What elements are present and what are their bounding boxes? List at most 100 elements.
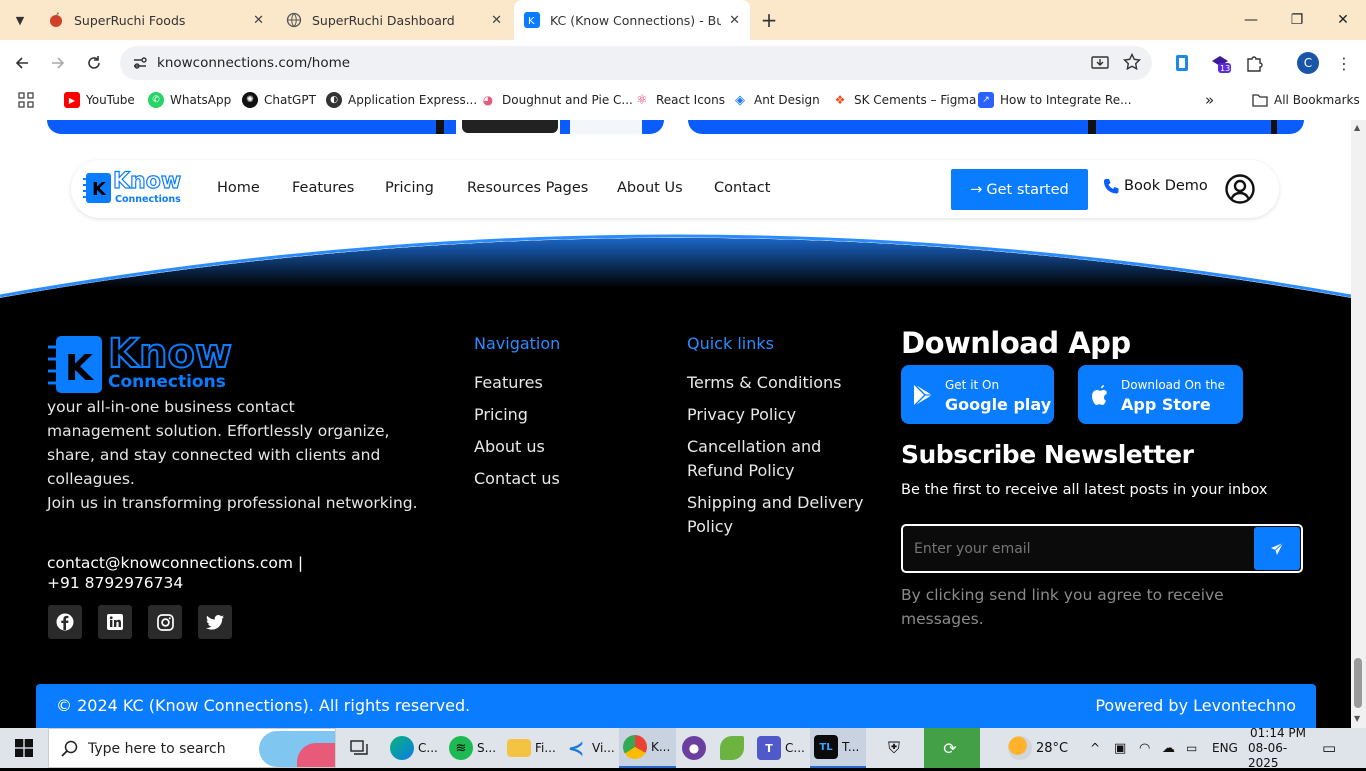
bookmark-ant-design[interactable]: ◈ Ant Design <box>732 91 820 109</box>
footer-link-cancellation[interactable]: Cancellation and Refund Policy <box>687 435 821 483</box>
page-scrollbar[interactable]: ▲ ▼ <box>1351 120 1366 728</box>
onedrive-icon[interactable]: ☁ <box>1162 728 1175 768</box>
contact-phone[interactable]: +91 8792976734 <box>47 573 303 593</box>
react-icons-icon: ⚛ <box>636 92 648 108</box>
bookmark-how-to-integrate[interactable]: ↗ How to Integrate Re... <box>978 91 1132 109</box>
tab-superruchi-foods[interactable]: SuperRuchi Foods ✕ <box>38 0 274 40</box>
footer-link-terms[interactable]: Terms & Conditions <box>687 371 841 395</box>
ant-design-icon: ◈ <box>735 92 745 108</box>
taskbar-spotify[interactable]: ≋ S... <box>449 728 496 768</box>
notifications-icon[interactable]: ▭ <box>1322 728 1336 768</box>
bookmark-application-express[interactable]: ◐ Application Express... <box>326 91 477 109</box>
taskbar-chrome[interactable]: K... <box>619 728 676 768</box>
footer-link-pricing[interactable]: Pricing <box>474 403 528 427</box>
footer-link-shipping[interactable]: Shipping and Delivery Policy <box>687 491 863 539</box>
twitter-button[interactable] <box>198 605 232 639</box>
app-store-button[interactable]: Download On the App Store <box>1078 365 1243 424</box>
taskbar-vscode[interactable]: ≺ Vi... <box>564 728 615 768</box>
bookmark-doughnut-pie[interactable]: ◕ Doughnut and Pie C... <box>480 91 633 109</box>
battery-icon[interactable]: ▭ <box>1186 728 1197 768</box>
taskbar-sync-app[interactable]: ⟳ <box>924 728 980 768</box>
svg-text:K: K <box>65 348 94 389</box>
extensions-puzzle-icon[interactable] <box>1241 50 1267 76</box>
scroll-down-arrow-icon[interactable]: ▼ <box>1354 714 1360 723</box>
clock[interactable]: 01:14 PM 08-06-2025 <box>1248 726 1308 770</box>
close-tab-icon[interactable]: ✕ <box>729 13 740 28</box>
newsletter-form <box>901 524 1303 573</box>
site-settings-icon[interactable] <box>132 55 148 75</box>
meet-now-icon[interactable]: ▣ <box>1114 728 1126 768</box>
google-play-button[interactable]: Get it On Google play <box>901 365 1054 424</box>
address-bar[interactable]: knowconnections.com/home <box>120 46 1152 80</box>
taskbar-github[interactable]: ● <box>682 728 710 768</box>
more-bookmarks-button[interactable]: » <box>1205 91 1214 109</box>
tab-know-connections[interactable]: K KC (Know Connections) - Business ✕ <box>514 0 750 40</box>
newsletter-subtitle: Be the first to receive all latest posts… <box>901 482 1268 498</box>
bookmark-react-icons[interactable]: ⚛ React Icons <box>634 91 725 109</box>
powered-by-link[interactable]: Powered by Levontechno <box>1095 696 1296 715</box>
get-started-button[interactable]: → Get started <box>951 169 1088 210</box>
send-button[interactable] <box>1254 527 1300 570</box>
taskbar-tl-app[interactable]: TL T... <box>810 728 866 768</box>
close-window-button[interactable]: ✕ <box>1320 0 1366 40</box>
nav-pricing[interactable]: Pricing <box>385 180 434 196</box>
tab-search-button[interactable]: ▼ <box>8 8 32 32</box>
task-view-icon[interactable] <box>348 728 372 768</box>
linkedin-button[interactable] <box>98 605 132 639</box>
start-button[interactable] <box>0 728 48 768</box>
footer-link-about-us[interactable]: About us <box>474 435 545 459</box>
taskbar-spring[interactable] <box>720 728 748 768</box>
taskbar-edge[interactable]: C... <box>390 728 438 768</box>
bookmark-figma[interactable]: ❖ SK Cements – Figma <box>832 91 977 109</box>
instagram-button[interactable] <box>148 605 182 639</box>
contact-email[interactable]: contact@knowconnections.com | <box>47 553 303 573</box>
navbar-logo[interactable]: K Know Connections <box>83 168 187 206</box>
scrollbar-thumb[interactable] <box>1354 658 1362 708</box>
all-bookmarks-button[interactable]: All Bookmarks <box>1252 91 1360 109</box>
scroll-up-arrow-icon[interactable]: ▲ <box>1354 123 1360 132</box>
nav-home[interactable]: Home <box>217 180 260 196</box>
language-indicator[interactable]: ENG <box>1212 728 1238 768</box>
nav-contact[interactable]: Contact <box>714 180 770 196</box>
email-input[interactable] <box>914 538 1244 560</box>
footer-about-text: your all-in-one business contact managem… <box>47 398 418 512</box>
taskbar-teams[interactable]: T C... <box>757 728 805 768</box>
extension-doc-icon[interactable] <box>1169 50 1195 76</box>
bookmark-youtube[interactable]: ▶ YouTube <box>64 91 135 109</box>
close-tab-icon[interactable]: ✕ <box>253 13 264 28</box>
install-app-icon[interactable] <box>1091 54 1109 76</box>
tab-superruchi-dashboard[interactable]: SuperRuchi Dashboard ✕ <box>276 0 512 40</box>
nav-features[interactable]: Features <box>292 180 354 196</box>
wifi-icon[interactable]: ◠ <box>1139 728 1150 768</box>
taskbar-security[interactable]: ⛨ <box>882 728 910 768</box>
weather-widget[interactable]: 28°C <box>1008 728 1068 768</box>
nav-resources-pages[interactable]: Resources Pages <box>467 180 588 196</box>
facebook-button[interactable] <box>48 605 82 639</box>
book-demo-button[interactable]: Book Demo <box>1103 178 1208 194</box>
vscode-icon: ≺ <box>567 736 585 760</box>
restore-button[interactable]: ❐ <box>1274 0 1320 40</box>
forward-icon[interactable] <box>45 50 71 76</box>
bookmark-chatgpt[interactable]: ✺ ChatGPT <box>242 91 316 109</box>
extension-badge-icon[interactable]: 13 <box>1207 50 1233 76</box>
bookmark-whatsapp[interactable]: ✆ WhatsApp <box>148 91 231 109</box>
footer-link-privacy[interactable]: Privacy Policy <box>687 403 796 427</box>
taskbar-search-box[interactable]: Type here to search <box>48 728 336 768</box>
footer-link-contact-us[interactable]: Contact us <box>474 467 560 491</box>
apps-grid-icon[interactable] <box>18 91 34 109</box>
footer-link-features[interactable]: Features <box>474 371 543 395</box>
minimize-button[interactable]: — <box>1228 0 1274 40</box>
show-hidden-icons[interactable]: ^ <box>1090 728 1100 768</box>
url-text[interactable]: knowconnections.com/home <box>157 55 350 71</box>
copyright-text: © 2024 KC (Know Connections). All rights… <box>56 696 471 715</box>
menu-kebab-icon[interactable]: ⋮ <box>1331 50 1357 76</box>
new-tab-button[interactable]: + <box>758 8 780 32</box>
taskbar-file-explorer[interactable]: Fi... <box>507 728 556 768</box>
bookmark-star-icon[interactable] <box>1122 52 1142 75</box>
close-tab-icon[interactable]: ✕ <box>491 13 502 28</box>
user-account-icon[interactable] <box>1225 174 1255 204</box>
profile-avatar[interactable]: C <box>1295 50 1321 76</box>
reload-icon[interactable] <box>81 50 107 76</box>
nav-about-us[interactable]: About Us <box>617 180 683 196</box>
back-icon[interactable] <box>9 50 35 76</box>
